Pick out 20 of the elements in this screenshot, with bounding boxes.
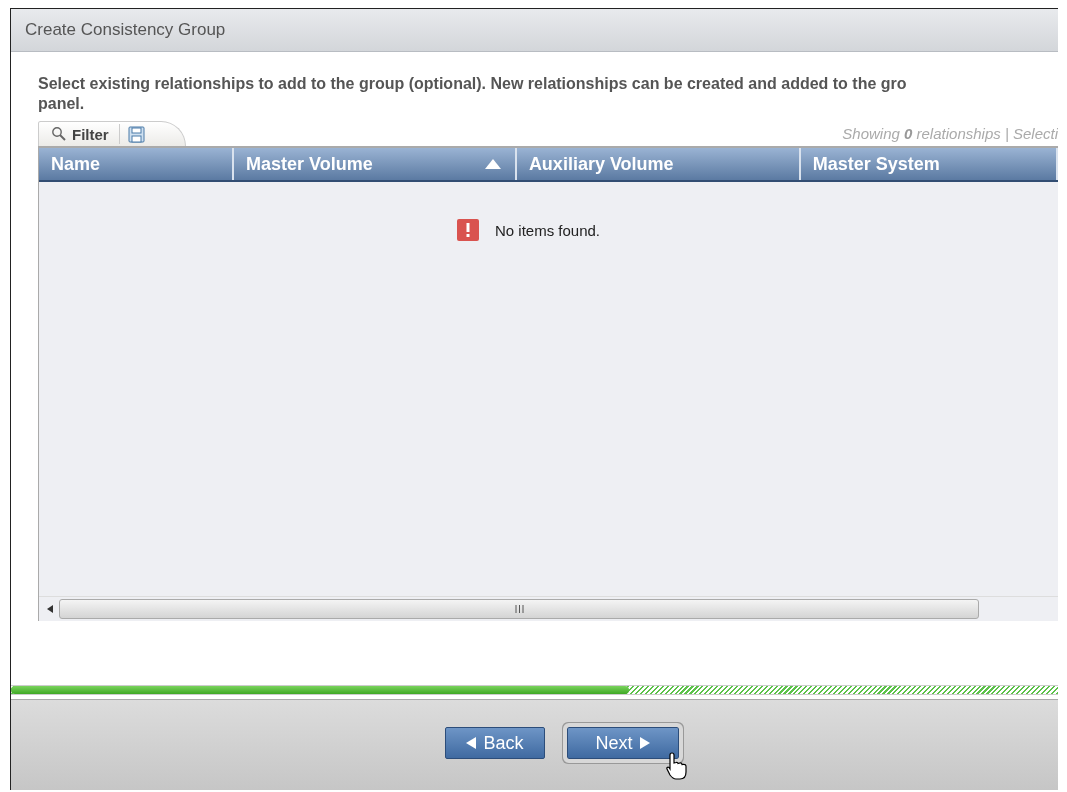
status-text: Showing 0 relationships | Selecti — [842, 125, 1058, 144]
back-button[interactable]: Back — [445, 727, 545, 759]
search-icon — [51, 126, 67, 142]
save-icon[interactable] — [127, 125, 145, 143]
right-triangle-icon — [638, 737, 650, 749]
empty-message: No items found. — [494, 221, 601, 239]
scroll-left-icon[interactable] — [47, 605, 53, 613]
scrollbar-thumb[interactable] — [59, 599, 979, 619]
window-title: Create Consistency Group — [25, 20, 226, 40]
hand-cursor-icon — [665, 752, 688, 780]
grip-icon — [514, 605, 524, 613]
error-icon — [456, 219, 479, 241]
instruction-text: Select existing relationships to add to the group (optional). New relationships can be created and added to the gro — [38, 74, 908, 94]
filter-button[interactable]: Filter — [45, 124, 120, 144]
instruction-text: panel. — [38, 94, 86, 114]
column-header[interactable]: Name — [39, 148, 234, 180]
column-header[interactable]: Auxiliary Volume — [516, 148, 801, 180]
left-triangle-icon — [466, 737, 478, 749]
column-header[interactable]: Master System — [800, 148, 1058, 180]
column-header[interactable]: Master Volume — [233, 148, 517, 180]
